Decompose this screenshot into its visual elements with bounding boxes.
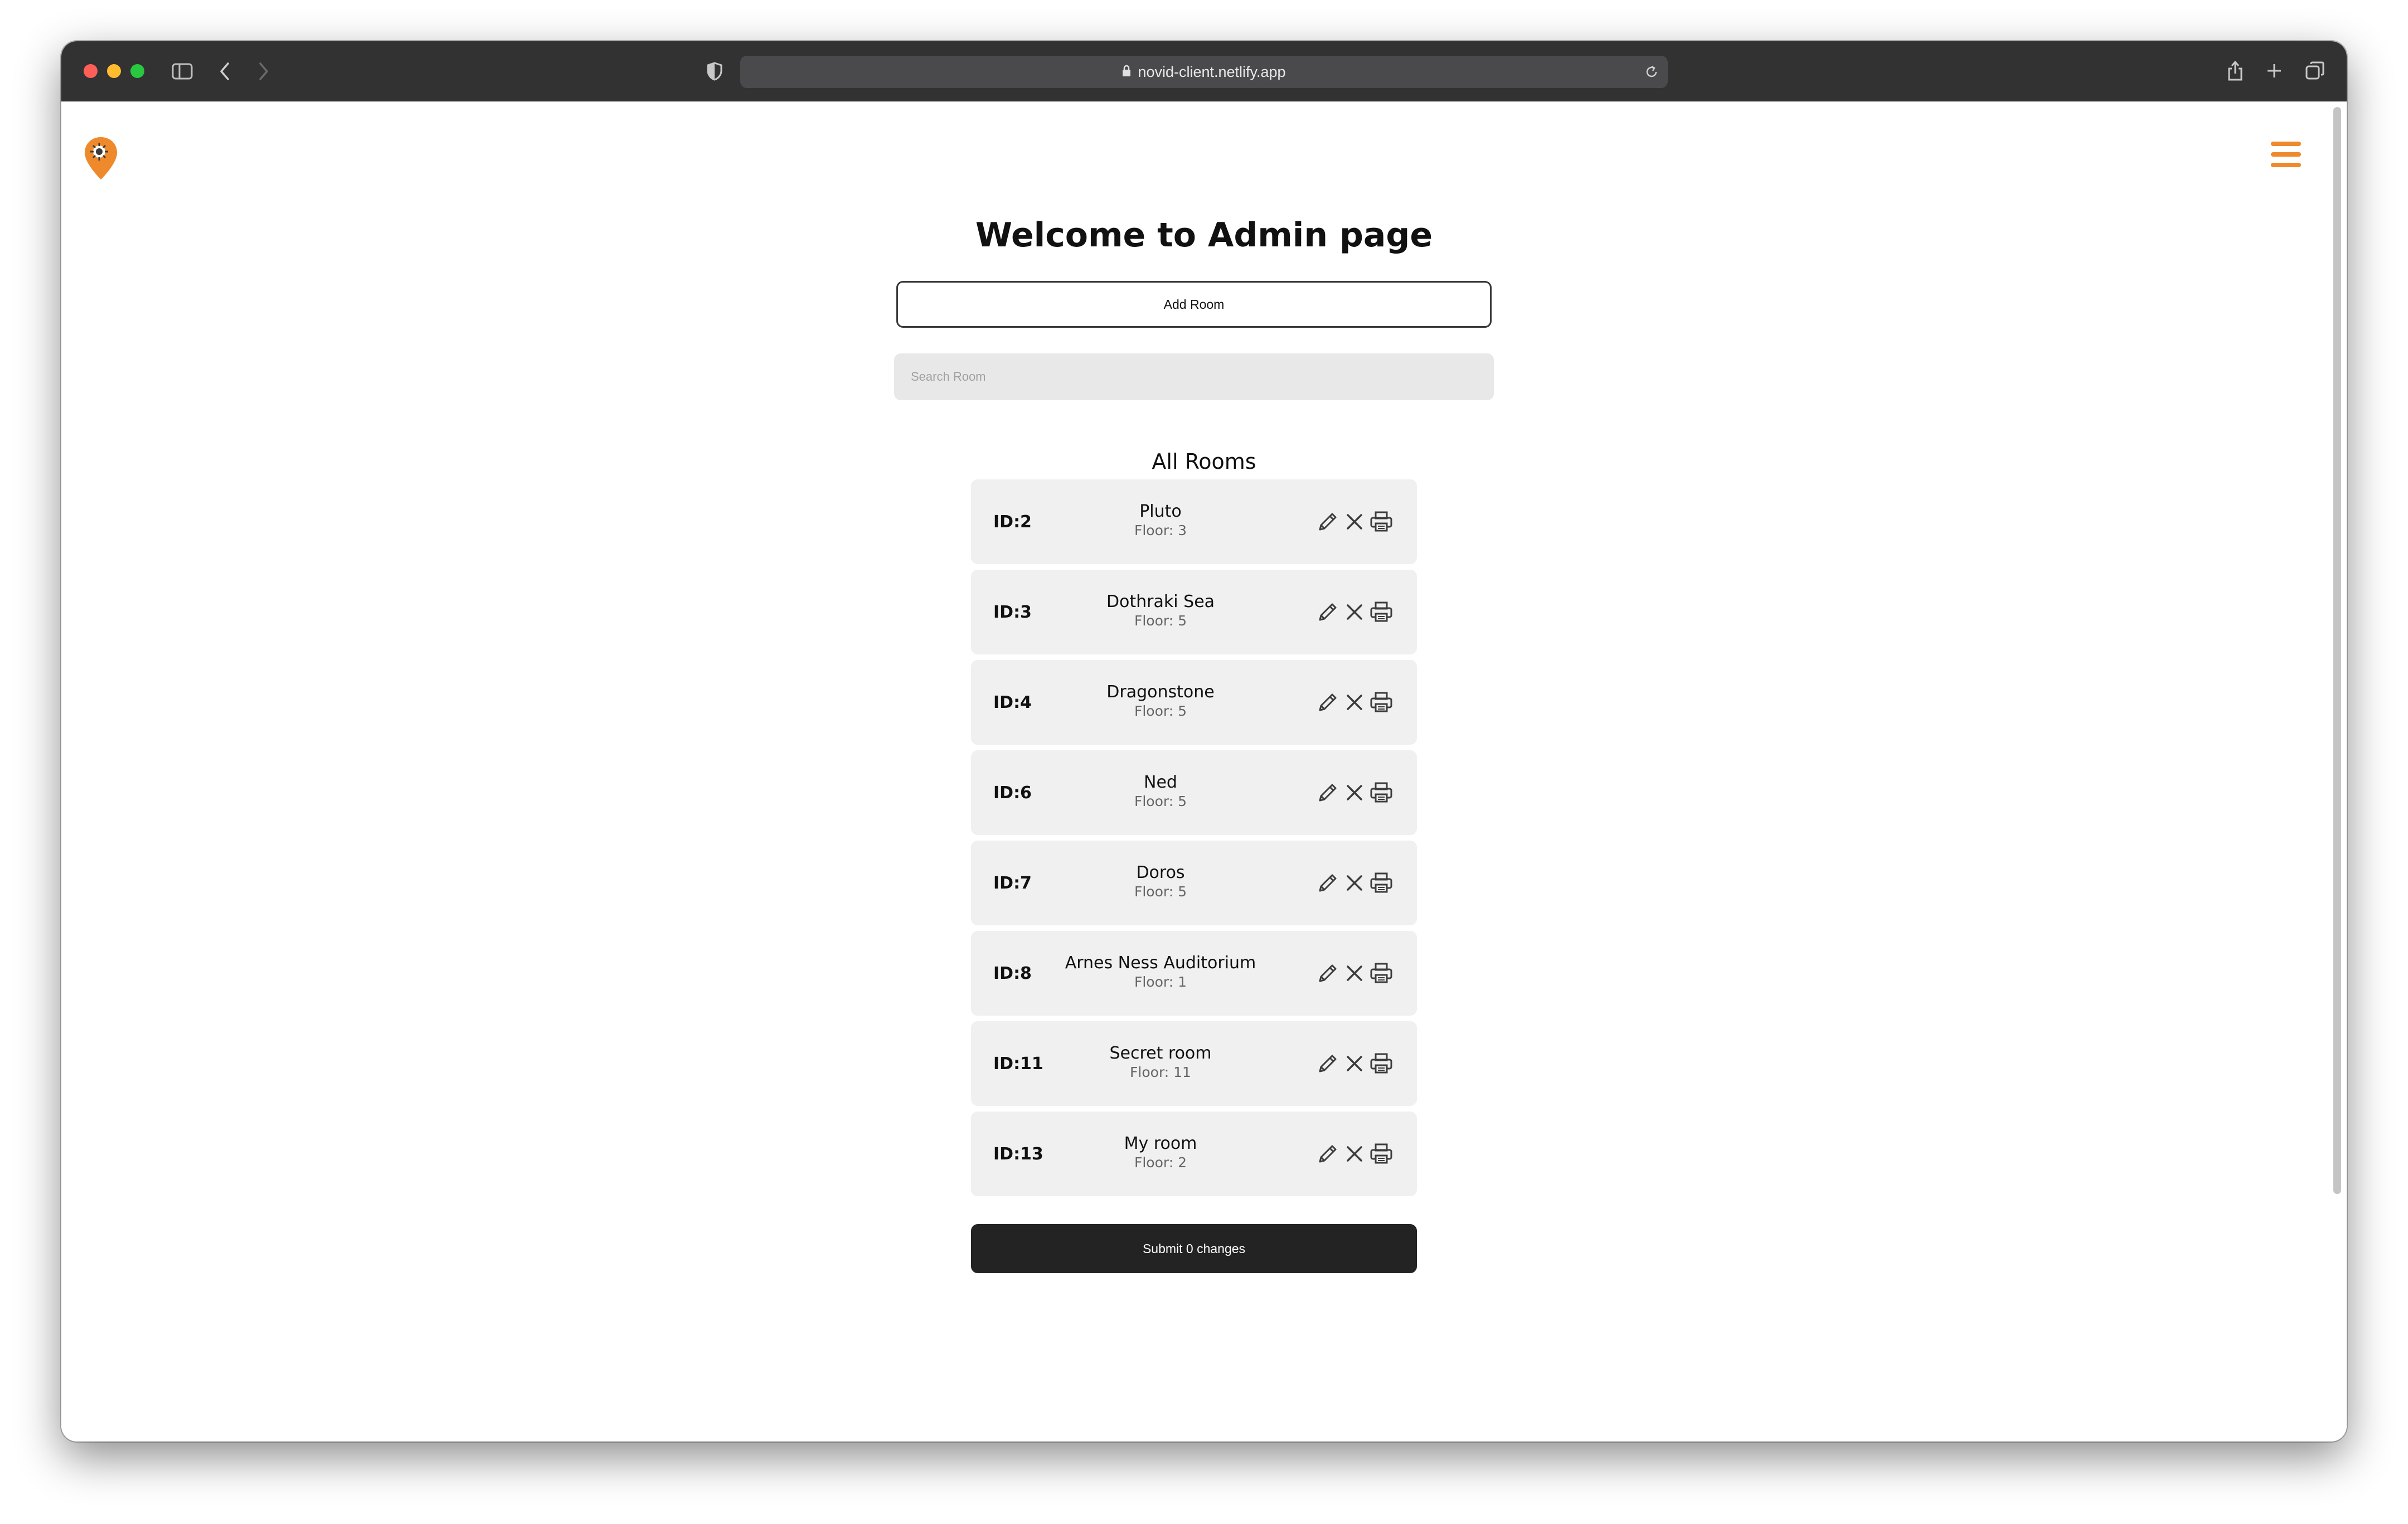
room-floor: Floor: 5: [1134, 884, 1187, 900]
room-id: ID:8: [993, 963, 1032, 983]
room-info: Pluto Floor: 3: [1055, 502, 1266, 540]
add-room-button[interactable]: Add Room: [896, 281, 1492, 328]
close-icon[interactable]: [1342, 690, 1367, 715]
pencil-icon[interactable]: [1315, 871, 1340, 895]
room-info: Doros Floor: 5: [1055, 863, 1266, 901]
room-row: ID:3 Dothraki Sea Floor: 5: [971, 570, 1417, 654]
close-icon[interactable]: [1342, 600, 1367, 624]
room-id: ID:6: [993, 783, 1032, 803]
all-rooms-heading: All Rooms: [1152, 449, 1256, 474]
room-name: My room: [1124, 1134, 1197, 1153]
search-room-input[interactable]: [894, 353, 1494, 400]
plus-icon[interactable]: [2263, 59, 2285, 82]
close-icon[interactable]: [1342, 780, 1367, 805]
pencil-icon[interactable]: [1315, 1051, 1340, 1076]
room-info: Dragonstone Floor: 5: [1055, 682, 1266, 720]
printer-icon[interactable]: [1369, 1051, 1394, 1076]
printer-icon[interactable]: [1369, 600, 1394, 624]
room-row: ID:2 Pluto Floor: 3: [971, 479, 1417, 564]
close-icon[interactable]: [1342, 509, 1367, 534]
pencil-icon[interactable]: [1315, 961, 1340, 986]
room-row: ID:6 Ned Floor: 5: [971, 750, 1417, 835]
printer-icon[interactable]: [1369, 871, 1394, 895]
chevron-right-icon[interactable]: [255, 60, 272, 82]
room-floor: Floor: 5: [1134, 613, 1187, 629]
page-title: Welcome to Admin page: [975, 216, 1433, 255]
pencil-icon[interactable]: [1315, 690, 1340, 715]
browser-toolbar: novid-client.netlify.app: [61, 41, 2347, 102]
room-id: ID:2: [993, 512, 1032, 532]
close-icon[interactable]: [1342, 961, 1367, 986]
room-name: Doros: [1136, 863, 1185, 882]
room-name: Ned: [1144, 773, 1177, 792]
printer-icon[interactable]: [1369, 690, 1394, 715]
sidebar-icon[interactable]: [171, 60, 194, 82]
room-row: ID:13 My room Floor: 2: [971, 1112, 1417, 1196]
room-row: ID:11 Secret room Floor: 11: [971, 1021, 1417, 1106]
room-info: Arnes Ness Auditorium Floor: 1: [1055, 953, 1266, 991]
room-floor: Floor: 5: [1134, 793, 1187, 809]
room-id: ID:7: [993, 873, 1032, 893]
room-name: Secret room: [1109, 1043, 1212, 1063]
room-info: Ned Floor: 5: [1055, 773, 1266, 810]
room-floor: Floor: 1: [1134, 974, 1187, 990]
room-floor: Floor: 3: [1134, 522, 1187, 538]
location-pin-virus-icon[interactable]: [81, 135, 120, 184]
room-id: ID:11: [993, 1054, 1043, 1074]
page-scrollbar[interactable]: [2333, 107, 2341, 1194]
room-name: Dothraki Sea: [1106, 592, 1215, 611]
pencil-icon[interactable]: [1315, 509, 1340, 534]
printer-icon[interactable]: [1369, 1142, 1394, 1166]
room-name: Pluto: [1139, 502, 1182, 521]
share-icon[interactable]: [2224, 58, 2246, 84]
address-bar[interactable]: novid-client.netlify.app: [740, 56, 1668, 88]
room-id: ID:3: [993, 602, 1032, 622]
shield-icon[interactable]: [703, 60, 726, 82]
tabs-overview-icon[interactable]: [2303, 59, 2327, 82]
window-zoom-button[interactable]: [130, 64, 144, 78]
reload-icon[interactable]: [1643, 64, 1660, 80]
room-info: Secret room Floor: 11: [1055, 1043, 1266, 1081]
room-floor: Floor: 2: [1134, 1154, 1187, 1171]
printer-icon[interactable]: [1369, 961, 1394, 986]
window-minimize-button[interactable]: [107, 64, 121, 78]
room-info: Dothraki Sea Floor: 5: [1055, 592, 1266, 630]
room-name: Dragonstone: [1106, 682, 1215, 702]
page-content: Welcome to Admin page Add Room All Rooms…: [61, 101, 2347, 1442]
room-row: ID:4 Dragonstone Floor: 5: [971, 660, 1417, 745]
room-id: ID:13: [993, 1144, 1043, 1164]
hamburger-menu-icon[interactable]: [2271, 142, 2301, 167]
submit-changes-button[interactable]: Submit 0 changes: [971, 1224, 1417, 1273]
pencil-icon[interactable]: [1315, 600, 1340, 624]
browser-window: novid-client.netlify.app Welcome to Admi…: [61, 41, 2347, 1442]
printer-icon[interactable]: [1369, 780, 1394, 805]
close-icon[interactable]: [1342, 1051, 1367, 1076]
address-url: novid-client.netlify.app: [1138, 63, 1286, 80]
room-name: Arnes Ness Auditorium: [1065, 953, 1256, 973]
close-icon[interactable]: [1342, 1142, 1367, 1166]
room-floor: Floor: 5: [1134, 703, 1187, 719]
room-floor: Floor: 11: [1130, 1064, 1191, 1080]
room-id: ID:4: [993, 692, 1032, 712]
printer-icon[interactable]: [1369, 509, 1394, 534]
pencil-icon[interactable]: [1315, 1142, 1340, 1166]
pencil-icon[interactable]: [1315, 780, 1340, 805]
lock-icon: [1122, 65, 1131, 79]
window-close-button[interactable]: [84, 64, 98, 78]
room-row: ID:7 Doros Floor: 5: [971, 841, 1417, 925]
room-row: ID:8 Arnes Ness Auditorium Floor: 1: [971, 931, 1417, 1016]
room-info: My room Floor: 2: [1055, 1134, 1266, 1172]
chevron-left-icon[interactable]: [216, 60, 233, 82]
close-icon[interactable]: [1342, 871, 1367, 895]
